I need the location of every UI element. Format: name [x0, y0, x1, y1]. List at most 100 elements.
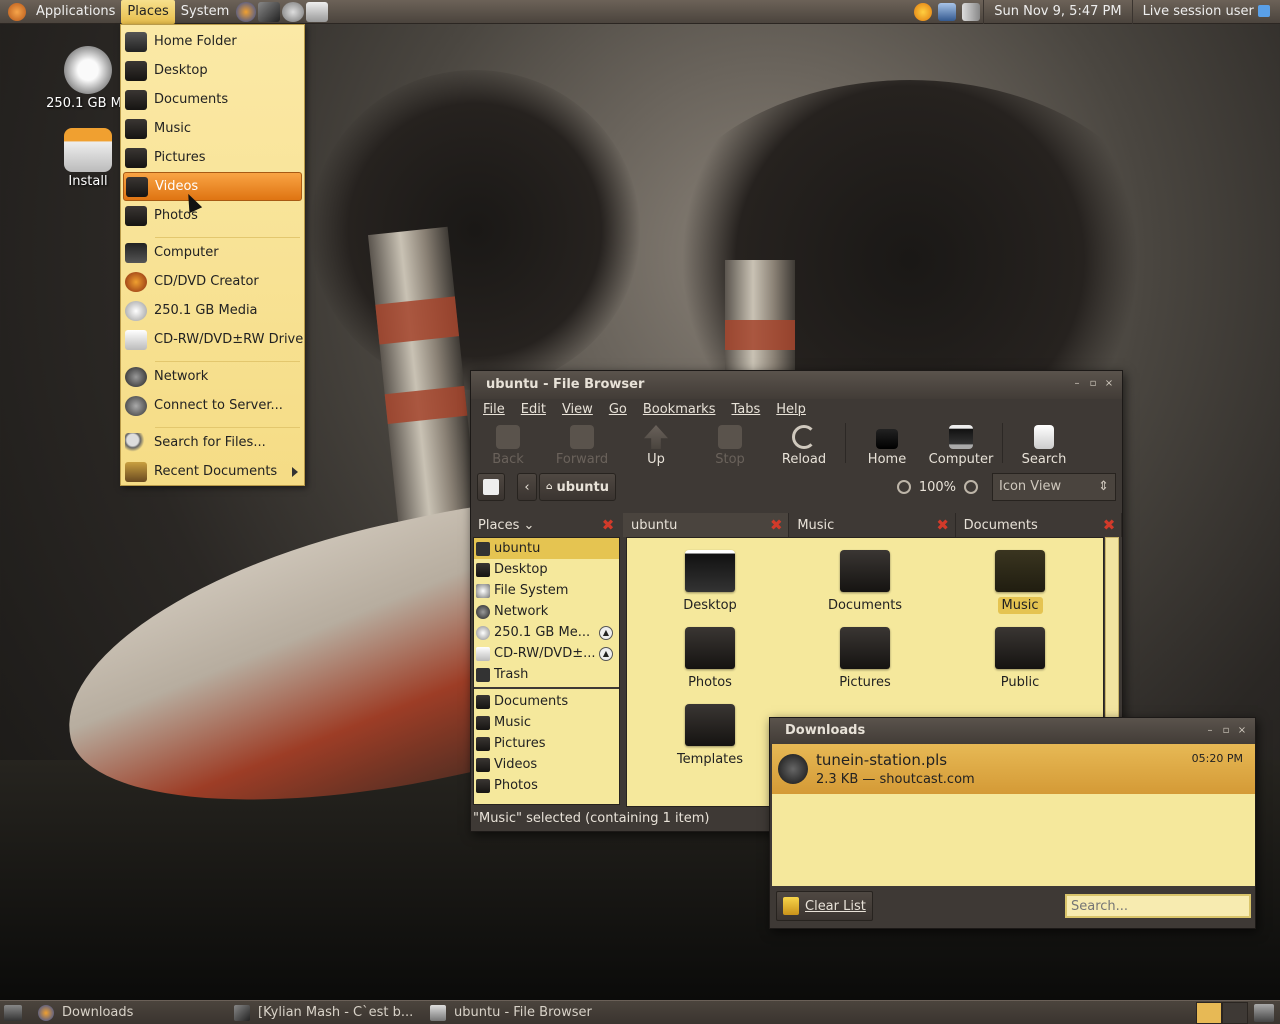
path-button-ubuntu[interactable]: ⌂ ubuntu [539, 473, 616, 501]
screenshot-icon[interactable] [306, 1, 329, 22]
file-item-photos[interactable]: Photos [645, 627, 775, 690]
close-tab-icon[interactable]: ✖ [1101, 517, 1117, 533]
places-search-files[interactable]: Search for Files... [121, 428, 304, 457]
bookmark-photos[interactable]: Photos [474, 775, 619, 796]
location-toggle-button[interactable] [477, 473, 505, 501]
window-titlebar[interactable]: ubuntu - File Browser – ▫ × [471, 371, 1122, 399]
applications-menu[interactable]: Applications [30, 0, 121, 24]
tab-music[interactable]: Music ✖ [789, 513, 956, 537]
back-button[interactable]: Back [471, 425, 545, 467]
taskbar-media-player[interactable]: [Kylian Mash - C`est b... [226, 1001, 422, 1024]
close-side-pane-icon[interactable]: ✖ [600, 517, 616, 533]
taskbar-downloads[interactable]: Downloads [30, 1001, 226, 1024]
menu-help[interactable]: Help [768, 402, 814, 417]
maximize-icon[interactable]: ▫ [1088, 371, 1098, 399]
zoom-controls: 100% [896, 480, 978, 495]
sidebar-item-ubuntu[interactable]: ubuntu [474, 538, 619, 559]
eject-icon[interactable]: ▲ [599, 646, 613, 661]
places-recent-documents[interactable]: Recent Documents [121, 457, 304, 486]
file-label: Music [997, 597, 1043, 614]
workspace-1[interactable] [1196, 1001, 1222, 1024]
close-icon[interactable]: × [1104, 371, 1114, 399]
path-back-button[interactable]: ‹ [517, 473, 537, 501]
ubuntu-logo-icon[interactable] [8, 2, 26, 21]
taskbar-file-browser[interactable]: ubuntu - File Browser [422, 1001, 618, 1024]
downloads-search-input[interactable] [1065, 894, 1251, 918]
dish-icon[interactable] [282, 1, 305, 22]
close-icon[interactable]: × [1237, 718, 1247, 744]
user-switcher[interactable]: Live session user [1131, 0, 1280, 24]
file-item-public[interactable]: Public [955, 627, 1085, 690]
window-titlebar[interactable]: Downloads – ▫ × [770, 718, 1255, 744]
sidebar-item-desktop[interactable]: Desktop [474, 559, 619, 580]
stop-button[interactable]: Stop [693, 425, 767, 467]
bookmark-documents[interactable]: Documents [474, 691, 619, 712]
menu-file[interactable]: File [475, 402, 513, 417]
places-connect-server[interactable]: Connect to Server... [121, 391, 304, 420]
places-pictures[interactable]: Pictures [121, 143, 304, 172]
firefox-icon[interactable] [236, 1, 257, 22]
close-tab-icon[interactable]: ✖ [768, 517, 784, 533]
forward-button[interactable]: Forward [545, 425, 619, 467]
up-button[interactable]: Up [619, 425, 693, 467]
tab-documents[interactable]: Documents ✖ [956, 513, 1122, 537]
tab-ubuntu[interactable]: ubuntu ✖ [623, 513, 790, 537]
menu-bookmarks[interactable]: Bookmarks [635, 402, 724, 417]
minimize-icon[interactable]: – [1072, 371, 1082, 399]
zoom-in-icon[interactable] [964, 480, 978, 494]
sidebar-item-optical[interactable]: CD-RW/DVD±... ▲ [474, 643, 619, 664]
eject-icon[interactable]: ▲ [599, 625, 613, 640]
menu-view[interactable]: View [554, 402, 601, 417]
places-videos[interactable]: Videos [123, 172, 302, 201]
maximize-icon[interactable]: ▫ [1221, 718, 1231, 744]
volume-icon[interactable] [962, 2, 981, 21]
bookmark-music[interactable]: Music [474, 712, 619, 733]
reload-button[interactable]: Reload [767, 425, 841, 467]
file-item-music[interactable]: Music [955, 550, 1085, 614]
bookmark-videos[interactable]: Videos [474, 754, 619, 775]
places-documents[interactable]: Documents [121, 85, 304, 114]
computer-button[interactable]: Computer [924, 425, 998, 467]
side-pane-selector[interactable]: Places ⌄ [478, 518, 534, 533]
sidebar-item-file-system[interactable]: File System [474, 580, 619, 601]
network-status-icon[interactable] [938, 2, 957, 21]
clear-list-button[interactable]: Clear List [776, 891, 873, 921]
file-item-documents[interactable]: Documents [800, 550, 930, 613]
menu-tabs[interactable]: Tabs [723, 402, 768, 417]
search-button[interactable]: Search [1007, 425, 1081, 467]
bookmark-pictures[interactable]: Pictures [474, 733, 619, 754]
view-mode-select[interactable]: Icon View [992, 473, 1116, 501]
sidebar-item-media[interactable]: 250.1 GB Me... ▲ [474, 622, 619, 643]
workspace-2[interactable] [1222, 1001, 1248, 1024]
weather-icon[interactable] [914, 2, 933, 21]
media-player-icon[interactable] [258, 1, 281, 22]
minimize-icon[interactable]: – [1205, 718, 1215, 744]
places-home-folder[interactable]: Home Folder [121, 27, 304, 56]
places-cd-dvd-creator[interactable]: CD/DVD Creator [121, 267, 304, 296]
zoom-level[interactable]: 100% [919, 480, 956, 495]
places-desktop[interactable]: Desktop [121, 56, 304, 85]
show-desktop-icon[interactable] [4, 1004, 22, 1021]
close-tab-icon[interactable]: ✖ [935, 517, 951, 533]
places-optical-drive[interactable]: CD-RW/DVD±RW Drive [121, 325, 304, 354]
menu-edit[interactable]: Edit [513, 402, 554, 417]
download-item[interactable]: tunein-station.pls 2.3 KB — shoutcast.co… [772, 744, 1255, 794]
clock[interactable]: Sun Nov 9, 5:47 PM [983, 0, 1131, 24]
desktop-folder-icon [476, 562, 490, 577]
trash-applet-icon[interactable] [1254, 1003, 1274, 1022]
system-menu[interactable]: System [175, 0, 235, 24]
places-photos[interactable]: Photos [121, 201, 304, 230]
places-media-drive[interactable]: 250.1 GB Media [121, 296, 304, 325]
file-item-pictures[interactable]: Pictures [800, 627, 930, 690]
sidebar-item-trash[interactable]: Trash [474, 664, 619, 685]
menu-go[interactable]: Go [601, 402, 635, 417]
places-music[interactable]: Music [121, 114, 304, 143]
zoom-out-icon[interactable] [896, 480, 911, 494]
places-computer[interactable]: Computer [121, 238, 304, 267]
sidebar-item-network[interactable]: Network [474, 601, 619, 622]
file-item-desktop[interactable]: Desktop [645, 550, 775, 613]
places-network[interactable]: Network [121, 362, 304, 391]
home-button[interactable]: Home [850, 429, 924, 467]
places-menu[interactable]: Places [121, 0, 175, 24]
file-item-templates[interactable]: Templates [645, 704, 775, 767]
